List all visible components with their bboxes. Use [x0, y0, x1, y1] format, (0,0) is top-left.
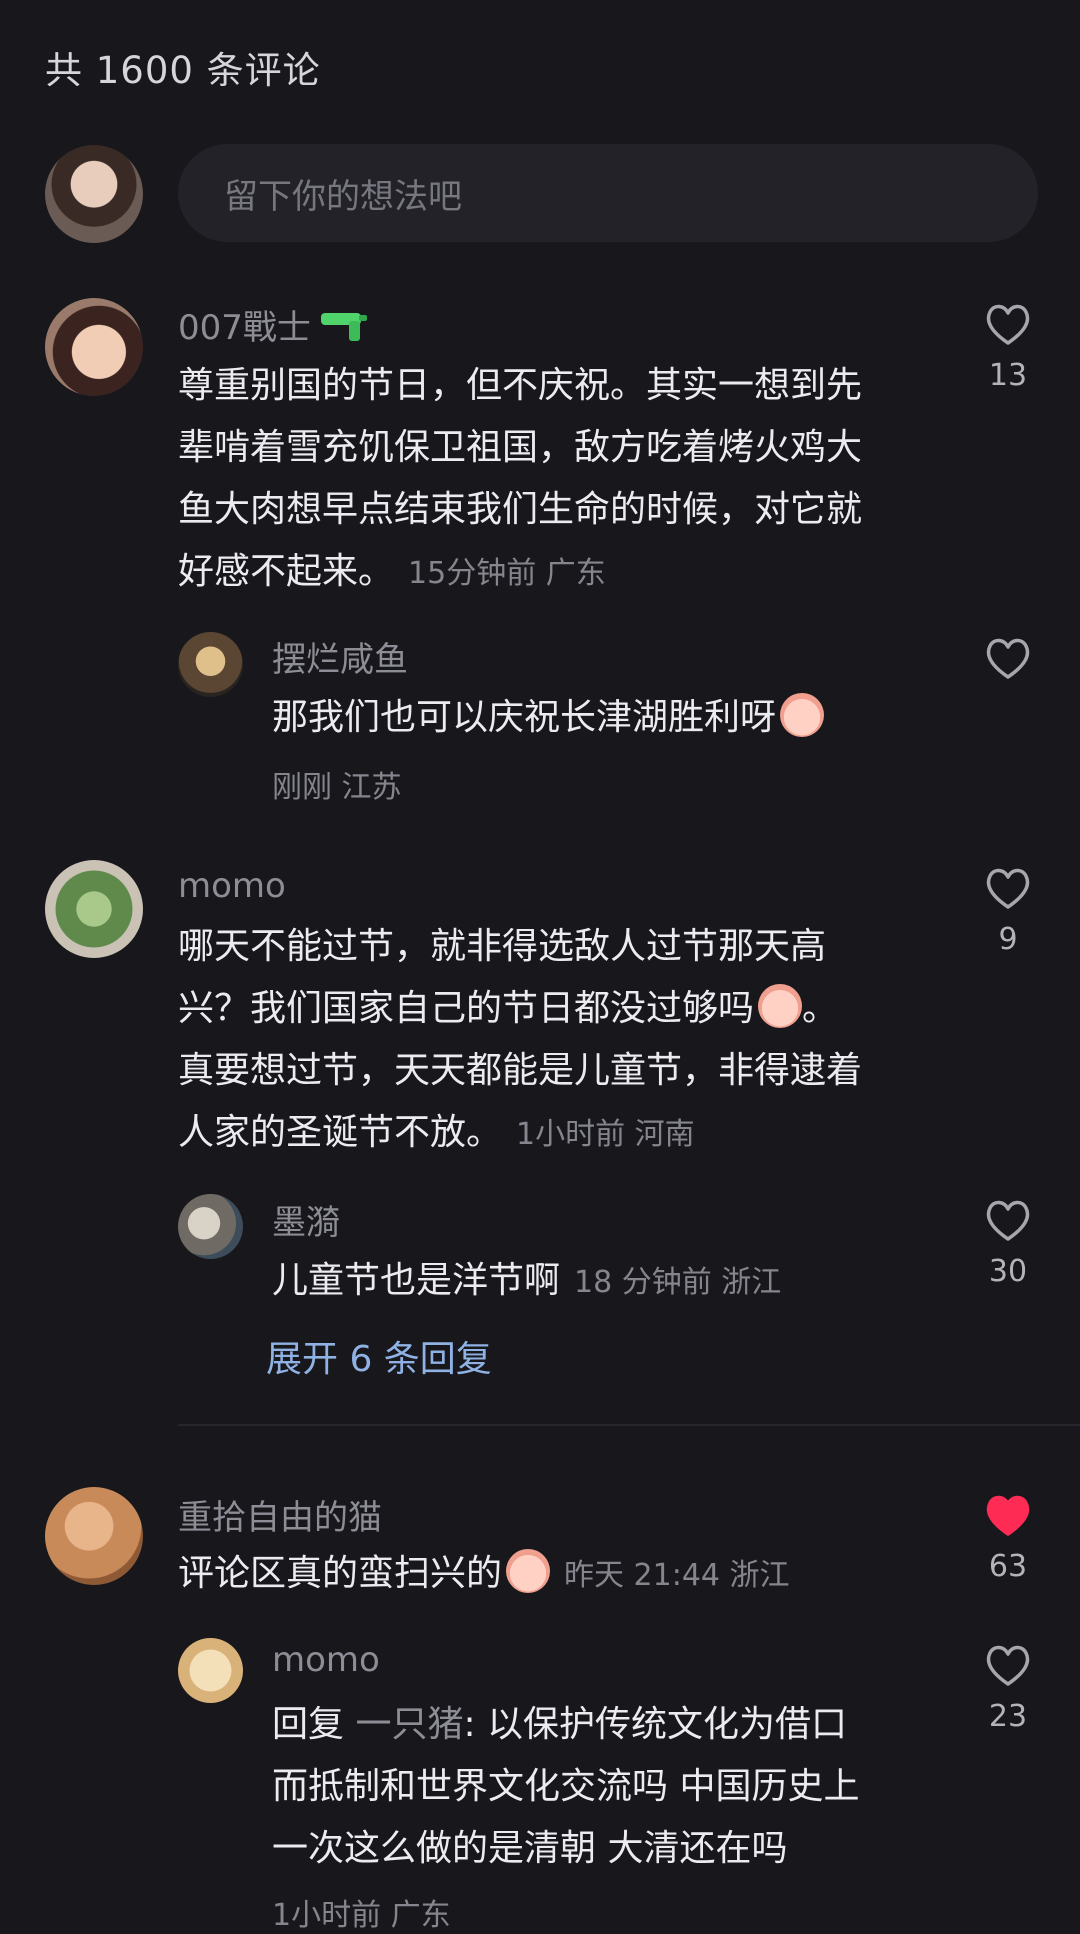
heart-filled-icon [986, 1495, 1030, 1536]
reply-text: 回复 一只猪: 以保护传统文化为借口 而抵制和世界文化交流吗 中国历史上 一次这… [272, 1704, 860, 1869]
reply-to-username[interactable]: 一只猪 [355, 1704, 463, 1745]
expand-replies-link[interactable]: 展开 6 条回复 [266, 1330, 492, 1382]
reply-username[interactable]: 墨漪 [272, 1195, 340, 1244]
heart-outline-icon [986, 304, 1030, 345]
comment-meta: 1小时前 河南 [516, 1117, 695, 1152]
like-button[interactable]: 23 [980, 1643, 1036, 1734]
divider [178, 1424, 1080, 1426]
comment-username[interactable]: 007戰士 [178, 300, 369, 349]
heart-outline-icon [986, 1200, 1030, 1241]
reply-text: 那我们也可以庆祝长津湖胜利呀 [272, 687, 952, 749]
comment-count-header: 共 1600 条评论 [45, 49, 321, 92]
comment-username[interactable]: momo [178, 866, 286, 906]
comment-input[interactable]: 留下你的想法吧 [178, 144, 1038, 242]
comment-username[interactable]: 重拾自由的猫 [178, 1490, 382, 1539]
like-count: 9 [998, 922, 1018, 957]
like-count: 30 [988, 1254, 1028, 1289]
reply-meta: 1小时前 广东 [272, 1898, 451, 1933]
water-gun-icon [320, 313, 367, 341]
avatar[interactable] [45, 1487, 143, 1585]
like-button[interactable] [980, 636, 1036, 680]
like-button[interactable]: 9 [980, 866, 1036, 957]
like-button[interactable]: 13 [980, 302, 1036, 393]
like-count: 63 [988, 1549, 1028, 1584]
avatar[interactable] [178, 632, 243, 697]
heart-outline-icon [986, 638, 1030, 679]
avatar[interactable] [178, 1638, 243, 1703]
reply-username[interactable]: momo [272, 1640, 380, 1680]
reply-meta: 刚刚 江苏 [272, 770, 402, 805]
crying-peach-emoji [506, 1549, 551, 1593]
reply-meta: 18 分钟前 浙江 [574, 1265, 782, 1300]
comment-text: 评论区真的蛮扫兴的 昨天 21:44 浙江 [178, 1543, 958, 1607]
avatar[interactable] [45, 860, 143, 958]
comment-text: 哪天不能过节，就非得选敌人过节那天高 兴？我们国家自己的节日都没过够吗。 真要想… [178, 926, 863, 1153]
heart-outline-icon [986, 1645, 1030, 1686]
crying-peach-emoji [758, 984, 803, 1028]
like-count: 13 [988, 358, 1028, 393]
reply-username[interactable]: 摆烂咸鱼 [272, 632, 408, 681]
comment-text: 尊重别国的节日，但不庆祝。其实一想到先 辈啃着雪充饥保卫祖国，敌方吃着烤火鸡大 … [178, 365, 863, 592]
like-button[interactable]: 30 [980, 1198, 1036, 1289]
heart-outline-icon [986, 868, 1030, 909]
peach-emoji [780, 693, 825, 737]
avatar[interactable] [178, 1194, 243, 1259]
comment-meta: 15分钟前 广东 [408, 556, 606, 591]
my-avatar [45, 145, 143, 243]
like-button[interactable]: 63 [980, 1493, 1036, 1584]
avatar[interactable] [45, 298, 143, 396]
comment-meta: 昨天 21:44 浙江 [564, 1558, 790, 1593]
reply-text: 儿童节也是洋节啊 18 分钟前 浙江 [272, 1260, 782, 1301]
comment-input-placeholder: 留下你的想法吧 [224, 176, 462, 217]
like-count: 23 [988, 1699, 1028, 1734]
